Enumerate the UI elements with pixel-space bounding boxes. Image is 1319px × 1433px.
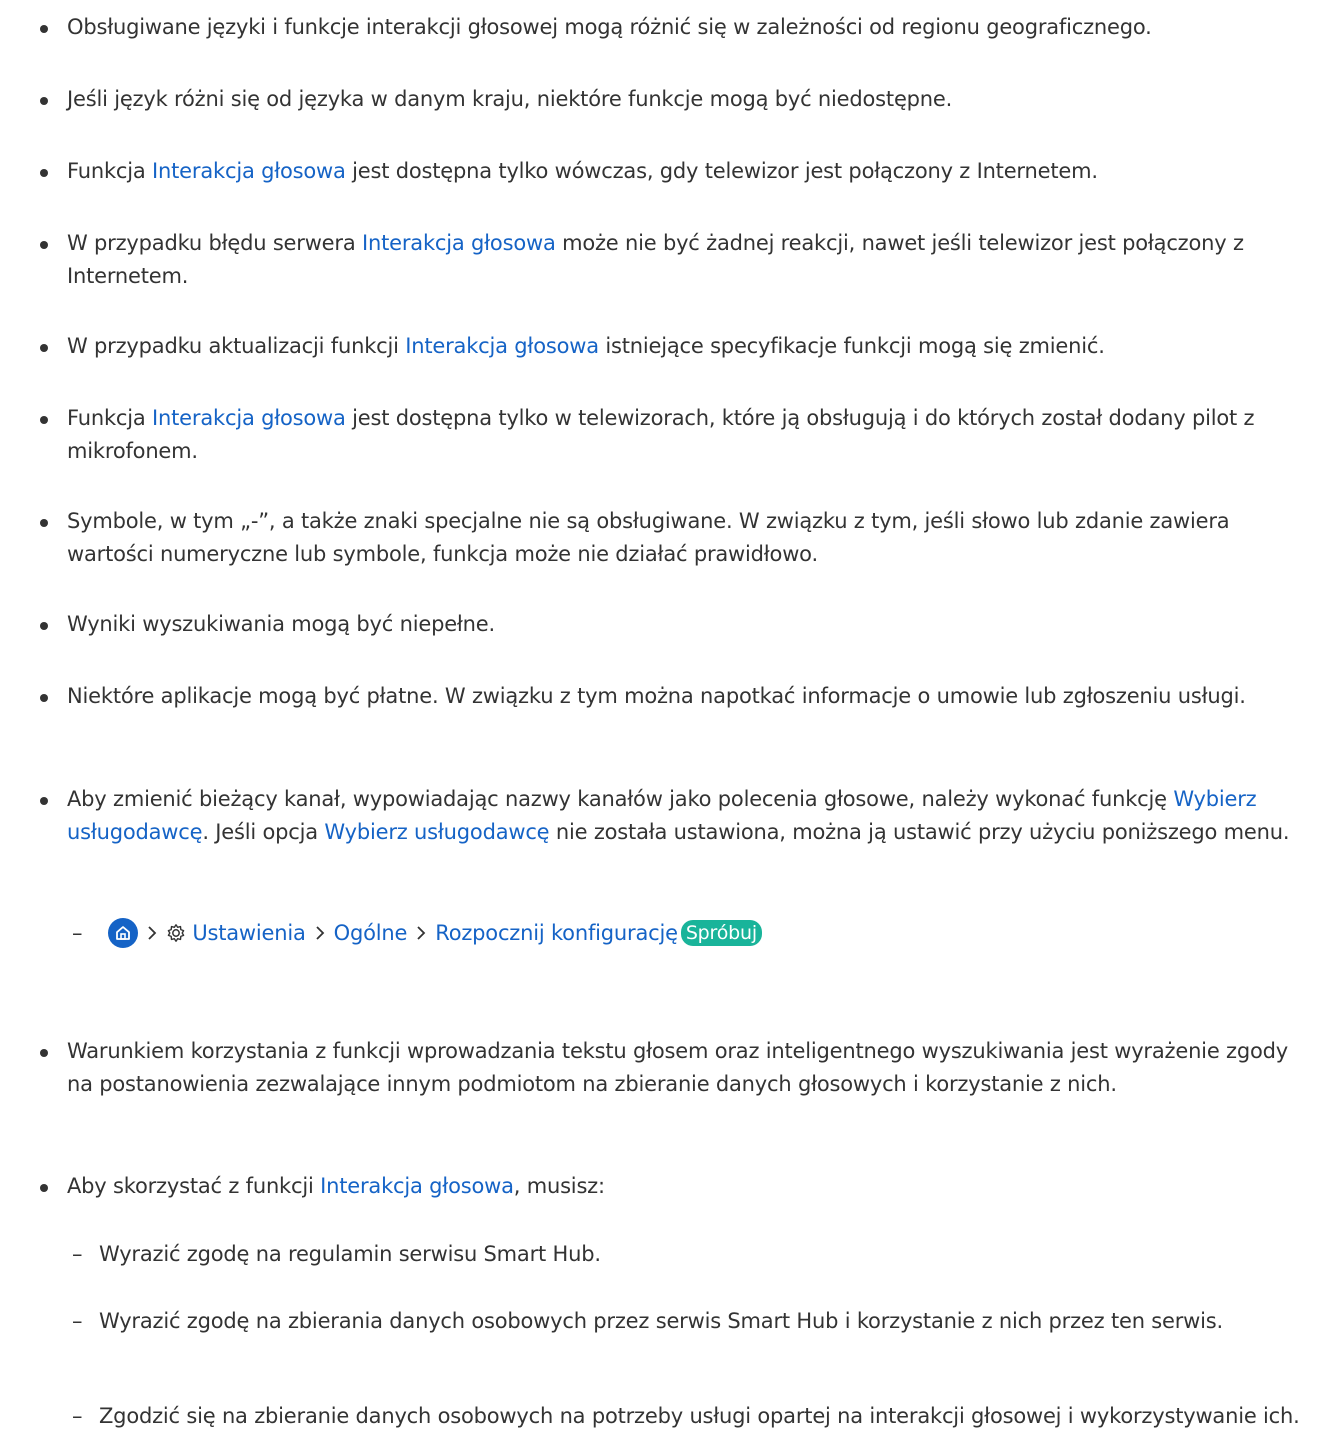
text-run: , musisz:	[513, 1174, 605, 1198]
sub-item-text: Wyrazić zgodę na zbierania danych osobow…	[99, 1309, 1224, 1333]
list-item-text: Symbole, w tym „-”, a także znaki specja…	[67, 505, 1310, 571]
text-run: Funkcja	[67, 406, 153, 430]
list-item-text: Warunkiem korzystania z funkcji wprowadz…	[67, 1035, 1310, 1101]
bullet-icon	[40, 694, 48, 702]
feature-link[interactable]: Wybierz usługodawcę	[324, 820, 549, 844]
gear-icon	[166, 923, 186, 943]
sub-item-text: Wyrazić zgodę na regulamin serwisu Smart…	[99, 1242, 601, 1266]
list-item-text: Niektóre aplikacje mogą być płatne. W zw…	[67, 680, 1310, 713]
feature-link[interactable]: Interakcja głosowa	[320, 1174, 514, 1198]
text-run: Warunkiem korzystania z funkcji wprowadz…	[67, 1039, 1288, 1096]
list-item-text: Jeśli język różni się od języka w danym …	[67, 83, 1310, 116]
text-run: Aby skorzystać z funkcji	[67, 1174, 321, 1198]
bullet-icon	[40, 169, 48, 177]
bullet-icon	[40, 797, 48, 805]
home-icon[interactable]	[108, 918, 139, 948]
text-run: Obsługiwane języki i funkcje interakcji …	[67, 15, 1152, 39]
sub-dash: –	[72, 1404, 83, 1428]
start-setup-link[interactable]: Rozpocznij konfigurację	[435, 915, 678, 951]
feature-link[interactable]: Interakcja głosowa	[152, 406, 346, 430]
text-run: W przypadku aktualizacji funkcji	[67, 334, 406, 358]
text-run: Symbole, w tym „-”, a także znaki specja…	[67, 509, 1230, 566]
list-item-text: Aby skorzystać z funkcji Interakcja głos…	[67, 1170, 1310, 1203]
bullet-icon	[40, 1184, 48, 1192]
list-item-text: W przypadku błędu serwera Interakcja gło…	[67, 227, 1310, 293]
text-run: jest dostępna tylko wówczas, gdy telewiz…	[345, 159, 1098, 183]
bullet-icon	[40, 344, 48, 352]
try-button[interactable]: Spróbuj	[680, 920, 762, 946]
sub-dash: –	[72, 1242, 83, 1266]
bullet-icon	[40, 241, 48, 249]
chevron-right-icon	[147, 925, 157, 941]
text-run: . Jeśli opcja	[202, 820, 325, 844]
chevron-right-icon	[315, 925, 325, 941]
list-item-text: Funkcja Interakcja głosowa jest dostępna…	[67, 155, 1310, 188]
general-link[interactable]: Ogólne	[334, 915, 408, 951]
bullet-icon	[40, 416, 48, 424]
text-run: istniejące specyfikacje funkcji mogą się…	[598, 334, 1105, 358]
bullet-icon	[40, 97, 48, 105]
sub-item-text: Zgodzić się na zbieranie danych osobowyc…	[99, 1404, 1300, 1428]
list-item-text: Obsługiwane języki i funkcje interakcji …	[67, 11, 1310, 44]
text-run: Niektóre aplikacje mogą być płatne. W zw…	[67, 684, 1246, 708]
sub-dash: –	[72, 1309, 83, 1333]
chevron-right-icon	[416, 925, 426, 941]
bullet-icon	[40, 519, 48, 527]
text-run: Funkcja	[67, 159, 153, 183]
bullet-icon	[40, 1049, 48, 1057]
bullet-icon	[40, 25, 48, 33]
list-item-text: Wyniki wyszukiwania mogą być niepełne.	[67, 608, 1310, 641]
list-item-text: Funkcja Interakcja głosowa jest dostępna…	[67, 402, 1310, 468]
text-run: nie została ustawiona, można ją ustawić …	[549, 820, 1290, 844]
text-run: Wyniki wyszukiwania mogą być niepełne.	[67, 612, 495, 636]
text-run: Aby zmienić bieżący kanał, wypowiadając …	[67, 787, 1174, 811]
feature-link[interactable]: Interakcja głosowa	[362, 231, 556, 255]
bullet-icon	[40, 622, 48, 630]
feature-link[interactable]: Interakcja głosowa	[405, 334, 599, 358]
list-item-text: Aby zmienić bieżący kanał, wypowiadając …	[67, 783, 1310, 849]
menu-path: – Ustawienia Ogólne Rozpocznij konfigura…	[72, 915, 762, 951]
text-run: W przypadku błędu serwera	[67, 231, 362, 255]
list-item-text: W przypadku aktualizacji funkcji Interak…	[67, 330, 1310, 363]
path-dash: –	[72, 921, 83, 945]
feature-link[interactable]: Interakcja głosowa	[152, 159, 346, 183]
text-run: Jeśli język różni się od języka w danym …	[67, 87, 953, 111]
settings-link[interactable]: Ustawienia	[192, 915, 306, 951]
